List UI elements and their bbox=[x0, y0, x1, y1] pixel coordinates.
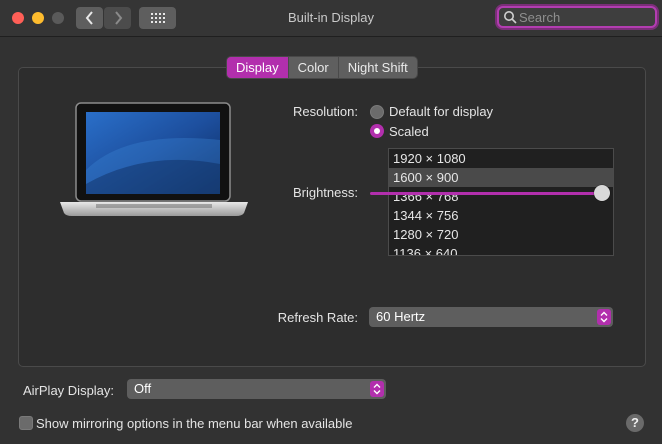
resolution-item[interactable]: 1344 × 756 bbox=[389, 206, 613, 225]
airplay-display-value: Off bbox=[134, 381, 152, 396]
laptop-image bbox=[60, 102, 248, 216]
tab-color[interactable]: Color bbox=[289, 57, 339, 78]
window-title: Built-in Display bbox=[288, 10, 374, 25]
airplay-display-label: AirPlay Display: bbox=[23, 383, 115, 398]
up-down-arrows-icon bbox=[370, 381, 384, 397]
close-window-button[interactable] bbox=[12, 12, 24, 24]
up-down-arrows-icon bbox=[597, 309, 611, 325]
search-field[interactable] bbox=[497, 6, 657, 28]
radio-default-for-display[interactable] bbox=[370, 105, 384, 119]
tab-display[interactable]: Display bbox=[227, 57, 289, 78]
back-button[interactable] bbox=[76, 7, 103, 29]
mirroring-checkbox[interactable] bbox=[19, 416, 33, 430]
search-icon bbox=[504, 11, 517, 24]
tab-bar: Display Color Night Shift bbox=[227, 57, 417, 78]
radio-default-label: Default for display bbox=[389, 104, 494, 119]
refresh-rate-label: Refresh Rate: bbox=[277, 310, 358, 325]
forward-button[interactable] bbox=[104, 7, 131, 29]
search-input[interactable] bbox=[519, 9, 649, 25]
resolution-label: Resolution: bbox=[292, 104, 358, 119]
mirroring-label: Show mirroring options in the menu bar w… bbox=[36, 416, 353, 431]
resolution-list[interactable]: 1920 × 1080 1600 × 900 1366 × 768 1344 ×… bbox=[388, 148, 614, 256]
resolution-item[interactable]: 1280 × 720 bbox=[389, 225, 613, 244]
grid-icon bbox=[150, 13, 165, 23]
brightness-label: Brightness: bbox=[292, 185, 358, 200]
refresh-rate-select[interactable]: 60 Hertz bbox=[369, 307, 613, 327]
radio-scaled[interactable] bbox=[370, 124, 384, 138]
resolution-item[interactable]: 1920 × 1080 bbox=[389, 149, 613, 168]
resolution-item-selected[interactable]: 1600 × 900 bbox=[389, 168, 613, 187]
chevron-left-icon bbox=[85, 11, 93, 25]
brightness-slider-knob[interactable] bbox=[594, 185, 610, 201]
zoom-window-button[interactable] bbox=[52, 12, 64, 24]
minimize-window-button[interactable] bbox=[32, 12, 44, 24]
resolution-item[interactable]: 1366 × 768 bbox=[389, 187, 613, 206]
help-button[interactable]: ? bbox=[626, 414, 644, 432]
brightness-slider-track[interactable] bbox=[370, 192, 604, 195]
tab-night-shift[interactable]: Night Shift bbox=[339, 57, 417, 78]
radio-scaled-label: Scaled bbox=[389, 124, 429, 139]
show-all-button[interactable] bbox=[139, 7, 176, 29]
chevron-right-icon bbox=[114, 11, 122, 25]
resolution-item[interactable]: 1136 × 640 bbox=[389, 244, 613, 255]
refresh-rate-value: 60 Hertz bbox=[376, 309, 426, 324]
airplay-display-select[interactable]: Off bbox=[127, 379, 386, 399]
